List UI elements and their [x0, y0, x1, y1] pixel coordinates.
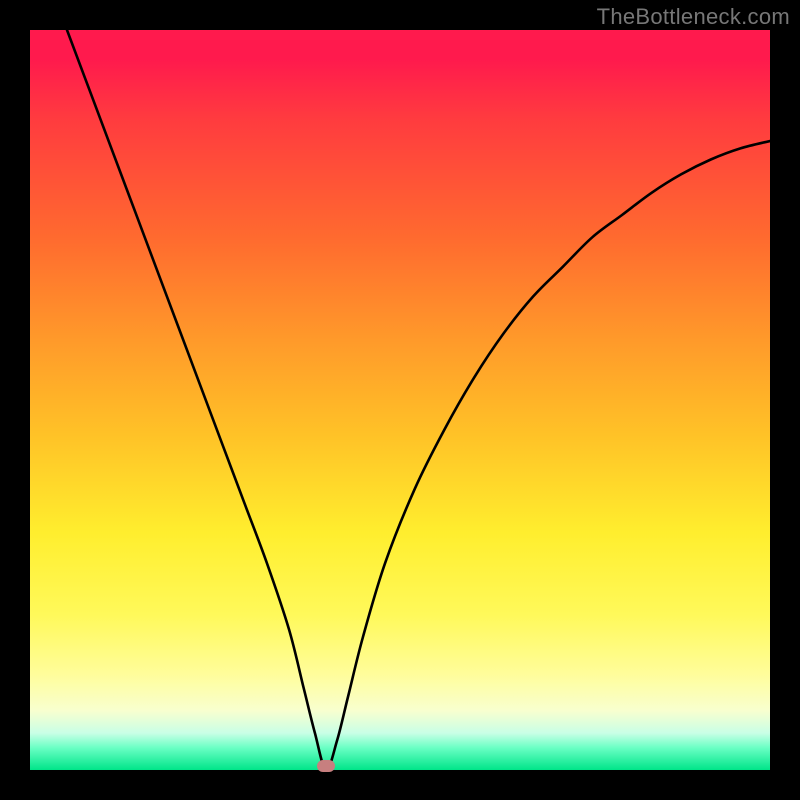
- optimum-marker: [317, 760, 335, 772]
- plot-area: [30, 30, 770, 770]
- chart-frame: TheBottleneck.com: [0, 0, 800, 800]
- bottleneck-curve: [67, 30, 770, 770]
- curve-svg: [30, 30, 770, 770]
- watermark-text: TheBottleneck.com: [597, 4, 790, 30]
